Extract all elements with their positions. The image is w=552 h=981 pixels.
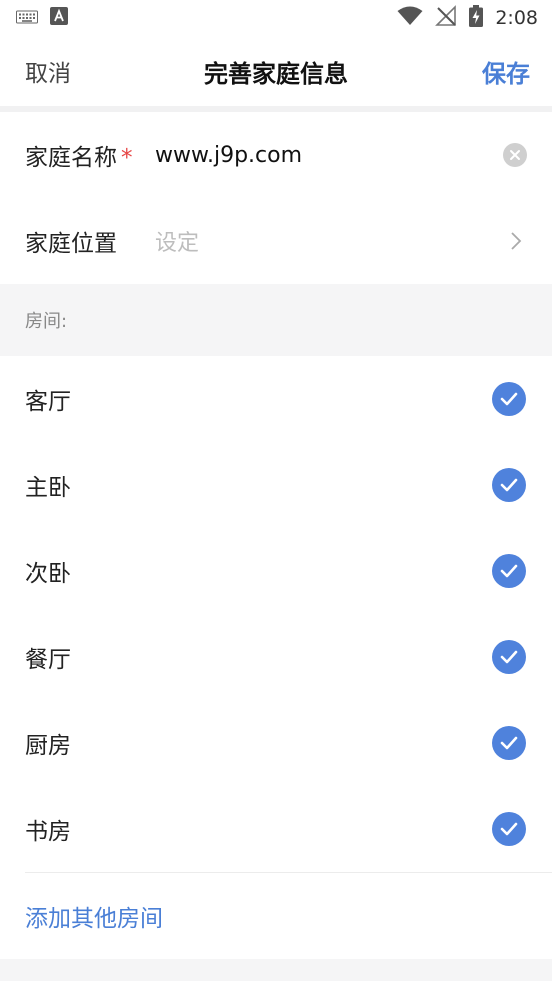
chevron-right-icon bbox=[505, 230, 527, 252]
bottom-gap bbox=[0, 959, 552, 981]
list-item[interactable]: 客厅 bbox=[0, 356, 552, 442]
check-circle-icon[interactable] bbox=[492, 382, 526, 416]
family-location-label: 家庭位置 bbox=[25, 231, 117, 257]
check-circle-icon[interactable] bbox=[492, 640, 526, 674]
check-circle-icon[interactable] bbox=[492, 812, 526, 846]
keyboard-icon bbox=[16, 9, 38, 28]
family-name-input[interactable] bbox=[155, 142, 503, 168]
check-circle-icon[interactable] bbox=[492, 726, 526, 760]
cancel-button[interactable]: 取消 bbox=[25, 54, 71, 88]
required-mark: * bbox=[121, 145, 133, 171]
status-bar: 2:08 bbox=[0, 0, 552, 36]
check-circle-icon[interactable] bbox=[492, 554, 526, 588]
room-list: 客厅 主卧 次卧 餐厅 厨房 书房 添加其他房间 bbox=[0, 356, 552, 959]
status-time: 2:08 bbox=[495, 7, 538, 29]
rooms-section-header: 房间: bbox=[0, 284, 552, 356]
a-text-icon bbox=[50, 7, 68, 29]
list-item[interactable]: 厨房 bbox=[0, 700, 552, 786]
clear-icon[interactable] bbox=[503, 143, 527, 167]
page-title: 完善家庭信息 bbox=[204, 59, 348, 88]
room-name: 餐厅 bbox=[25, 647, 71, 673]
family-name-row: 家庭名称 * bbox=[0, 112, 552, 198]
room-name: 客厅 bbox=[25, 389, 71, 415]
add-room-button[interactable]: 添加其他房间 bbox=[0, 873, 552, 959]
room-name: 厨房 bbox=[25, 733, 71, 759]
family-form: 家庭名称* 家庭位置 设定 bbox=[0, 112, 552, 284]
family-location-placeholder: 设定 bbox=[155, 231, 200, 256]
no-signal-icon bbox=[435, 5, 457, 31]
save-button[interactable]: 保存 bbox=[482, 54, 530, 89]
room-name: 次卧 bbox=[25, 561, 71, 587]
list-item[interactable]: 主卧 bbox=[0, 442, 552, 528]
battery-charging-icon bbox=[469, 5, 484, 31]
room-name: 书房 bbox=[25, 819, 71, 845]
wifi-icon bbox=[397, 6, 423, 30]
check-circle-icon[interactable] bbox=[492, 468, 526, 502]
nav-bar: 取消 完善家庭信息 保存 bbox=[0, 36, 552, 106]
list-item[interactable]: 次卧 bbox=[0, 528, 552, 614]
room-name: 主卧 bbox=[25, 475, 71, 501]
list-item[interactable]: 书房 bbox=[0, 786, 552, 872]
family-name-label: 家庭名称 * bbox=[25, 145, 133, 171]
family-location-row[interactable]: 家庭位置 设定 bbox=[0, 198, 552, 284]
list-item[interactable]: 餐厅 bbox=[0, 614, 552, 700]
